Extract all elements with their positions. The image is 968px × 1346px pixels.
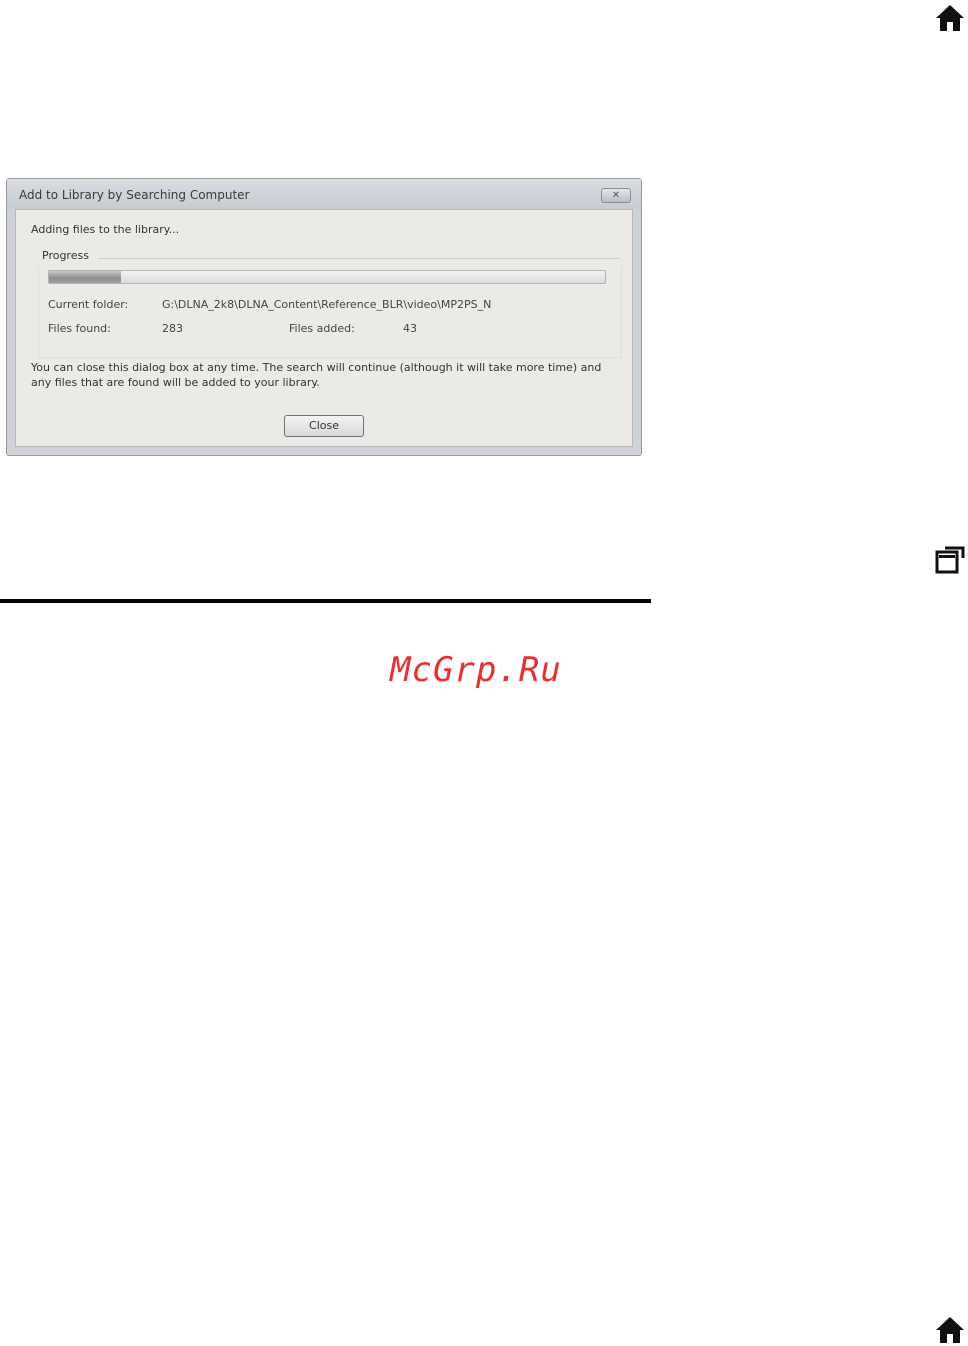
section-divider [0,599,651,603]
dialog-help-text: You can close this dialog box at any tim… [31,361,602,389]
files-found-label: Files found: [48,322,111,335]
status-text: Adding files to the library... [31,223,180,236]
watermark-text: McGrp.Ru [390,650,562,690]
group-divider [98,258,620,259]
progress-group-label: Progress [42,249,89,262]
dialog-title: Add to Library by Searching Computer [19,188,250,202]
files-added-label: Files added: [289,322,355,335]
home-icon[interactable] [934,2,966,34]
progress-bar [48,270,606,284]
close-button[interactable]: Close [284,415,364,437]
files-found-value: 283 [162,322,183,335]
home-icon[interactable] [934,1314,966,1346]
dialog-titlebar: Add to Library by Searching Computer ✕ [7,179,641,209]
dialog-body: Adding files to the library... Progress … [15,209,633,447]
close-icon[interactable]: ✕ [601,188,631,203]
progress-fill [49,271,122,283]
current-folder-label: Current folder: [48,298,129,311]
files-added-value: 43 [403,322,417,335]
current-folder-value: G:\DLNA_2k8\DLNA_Content\Reference_BLR\v… [162,298,492,311]
back-icon[interactable] [933,544,965,576]
add-to-library-dialog: Add to Library by Searching Computer ✕ A… [6,178,642,456]
